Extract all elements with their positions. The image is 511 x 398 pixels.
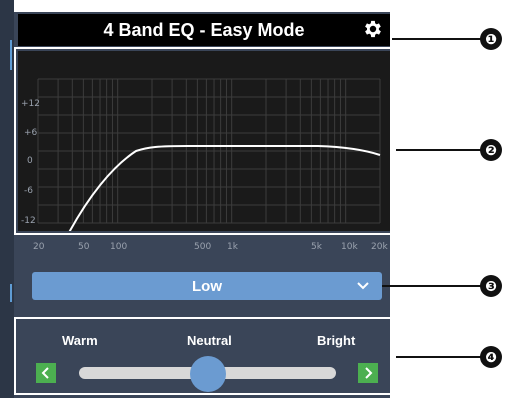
tone-decrease-button[interactable]: [36, 363, 56, 383]
x-tick-label: 20k: [371, 242, 388, 252]
eq-plugin-screenshot: 4 Band EQ - Easy Mode +12 +6 0 -6 -12 20…: [0, 0, 511, 398]
x-tick-label: 5k: [311, 242, 322, 252]
callout-badge-4: ❹: [480, 346, 502, 368]
chevron-right-icon: [365, 367, 373, 379]
neutral-label: Neutral: [187, 333, 232, 348]
y-tick-label: -12: [21, 216, 36, 226]
host-app-edge: [0, 0, 14, 398]
tone-increase-button[interactable]: [358, 363, 378, 383]
tone-slider-thumb[interactable]: [189, 356, 226, 392]
x-tick-label: 1k: [227, 242, 238, 252]
x-tick-label: 20: [33, 242, 45, 252]
edge-highlight: [10, 284, 12, 302]
callout-line: [382, 285, 482, 287]
y-tick-label: +6: [24, 128, 38, 138]
callout-badge-3: ❸: [480, 275, 502, 297]
y-tick-label: +12: [21, 99, 40, 109]
chevron-down-icon: [357, 282, 369, 290]
y-tick-label: -6: [24, 186, 33, 196]
band-select-value: Low: [192, 277, 222, 295]
band-select-dropdown[interactable]: Low: [32, 272, 382, 300]
gear-icon[interactable]: [362, 18, 384, 40]
callout-badge-2: ❷: [480, 139, 502, 161]
eq-graph-frame: [14, 47, 396, 235]
y-tick-label: 0: [27, 156, 33, 166]
x-tick-label: 500: [194, 242, 212, 252]
callout-line: [396, 149, 482, 151]
chevron-left-icon: [41, 367, 49, 379]
x-tick-label: 100: [110, 242, 128, 252]
x-tick-label: 50: [78, 242, 90, 252]
warm-label: Warm: [62, 333, 98, 348]
callout-line: [396, 356, 482, 358]
edge-highlight: [10, 40, 12, 70]
page-title: 4 Band EQ - Easy Mode: [103, 19, 305, 40]
x-tick-label: 10k: [341, 242, 358, 252]
callout-badge-1: ❶: [480, 28, 502, 50]
title-bar: 4 Band EQ - Easy Mode: [18, 14, 390, 46]
callout-line: [392, 38, 482, 40]
bright-label: Bright: [317, 333, 356, 348]
